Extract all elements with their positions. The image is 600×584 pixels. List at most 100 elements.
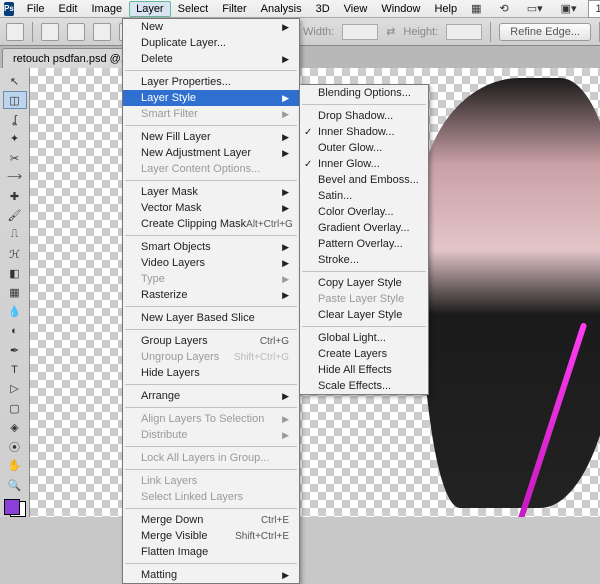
style-menu-scale-effects[interactable]: Scale Effects... <box>300 378 428 394</box>
style-menu-global-light[interactable]: Global Light... <box>300 330 428 346</box>
menu-item-label: Satin... <box>318 190 352 202</box>
tool-type[interactable]: T <box>3 361 27 379</box>
style-menu-clear-layer-style[interactable]: Clear Layer Style <box>300 307 428 323</box>
style-menu-blending-options[interactable]: Blending Options... <box>300 85 428 101</box>
layer-menu-merge-down[interactable]: Merge DownCtrl+E <box>123 512 299 528</box>
layer-menu-layer-mask[interactable]: Layer Mask▶ <box>123 184 299 200</box>
layer-menu-hide-layers[interactable]: Hide Layers <box>123 365 299 381</box>
menu-window[interactable]: Window <box>374 1 427 17</box>
menu-image[interactable]: Image <box>85 1 130 17</box>
layer-menu-group-layers[interactable]: Group LayersCtrl+G <box>123 333 299 349</box>
layer-style-submenu: Blending Options... Drop Shadow...Inner S… <box>299 84 429 395</box>
color-swatches[interactable] <box>4 499 26 517</box>
layer-menu-flatten-image[interactable]: Flatten Image <box>123 544 299 560</box>
tool-wand[interactable]: ✦ <box>3 130 27 148</box>
style-menu-hide-all-effects[interactable]: Hide All Effects <box>300 362 428 378</box>
layer-menu-duplicate-layer[interactable]: Duplicate Layer... <box>123 35 299 51</box>
menu-3d[interactable]: 3D <box>309 1 337 17</box>
tool-3d-camera[interactable]: ⦿ <box>3 437 27 455</box>
tool-3d[interactable]: ◈ <box>3 418 27 436</box>
menu-item-label: Stroke... <box>318 254 359 266</box>
style-menu-inner-shadow[interactable]: Inner Shadow... <box>300 124 428 140</box>
style-menu-copy-layer-style[interactable]: Copy Layer Style <box>300 275 428 291</box>
tool-lasso[interactable]: ʆ <box>3 110 27 128</box>
tool-healing[interactable]: ✚ <box>3 187 27 205</box>
tool-pen[interactable]: ✒ <box>3 341 27 359</box>
swap-icon[interactable]: ⇄ <box>386 25 395 38</box>
tool-history-brush[interactable]: ℋ <box>3 245 27 263</box>
menu-filter[interactable]: Filter <box>215 1 253 17</box>
tool-move[interactable]: ↖ <box>3 72 27 90</box>
layer-menu-smart-objects[interactable]: Smart Objects▶ <box>123 239 299 255</box>
tool-hand[interactable]: ✋ <box>3 457 27 475</box>
style-menu-inner-glow[interactable]: Inner Glow... <box>300 156 428 172</box>
tool-eyedropper[interactable]: 𐃘 <box>3 168 27 186</box>
screen-mode-icon[interactable]: ▣▾ <box>554 0 584 17</box>
menu-file[interactable]: File <box>20 1 52 17</box>
bridge-icon[interactable]: ▦ <box>464 0 488 17</box>
layer-menu-vector-mask[interactable]: Vector Mask▶ <box>123 200 299 216</box>
tool-dodge[interactable]: ◐ <box>3 322 27 340</box>
tool-shape[interactable]: ▢ <box>3 399 27 417</box>
layer-menu-video-layers[interactable]: Video Layers▶ <box>123 255 299 271</box>
style-menu-drop-shadow[interactable]: Drop Shadow... <box>300 108 428 124</box>
submenu-arrow-icon: ▶ <box>282 290 289 301</box>
tool-eraser[interactable]: ◧ <box>3 264 27 282</box>
tool-zoom[interactable]: 🔍 <box>3 476 27 494</box>
style-menu-satin[interactable]: Satin... <box>300 188 428 204</box>
selection-add-icon[interactable] <box>67 23 85 41</box>
tool-preset-icon[interactable] <box>6 23 24 41</box>
layer-menu-new-layer-based-slice[interactable]: New Layer Based Slice <box>123 310 299 326</box>
selection-subtract-icon[interactable] <box>93 23 111 41</box>
height-field[interactable] <box>446 24 482 40</box>
zoom-field[interactable]: 100% <box>588 0 600 18</box>
menu-item-label: Smart Objects <box>141 241 211 253</box>
layer-menu-matting[interactable]: Matting▶ <box>123 567 299 583</box>
submenu-arrow-icon: ▶ <box>282 430 289 441</box>
layer-menu-new-fill-layer[interactable]: New Fill Layer▶ <box>123 129 299 145</box>
layer-menu-arrange[interactable]: Arrange▶ <box>123 388 299 404</box>
tool-stamp[interactable]: ⎍ <box>3 226 27 244</box>
style-menu-create-layers[interactable]: Create Layers <box>300 346 428 362</box>
style-menu-color-overlay[interactable]: Color Overlay... <box>300 204 428 220</box>
refine-edge-button[interactable]: Refine Edge... <box>499 23 591 41</box>
menu-edit[interactable]: Edit <box>52 1 85 17</box>
layer-menu-new-adjustment-layer[interactable]: New Adjustment Layer▶ <box>123 145 299 161</box>
options-bar: Width: ⇄ Height: Refine Edge... <box>0 18 600 46</box>
layer-menu-new[interactable]: New▶ <box>123 19 299 35</box>
layer-menu-rasterize[interactable]: Rasterize▶ <box>123 287 299 303</box>
tool-blur[interactable]: 💧 <box>3 303 27 321</box>
style-menu-pattern-overlay[interactable]: Pattern Overlay... <box>300 236 428 252</box>
menu-item-label: Link Layers <box>141 475 197 487</box>
tool-marquee[interactable]: ◫ <box>3 91 27 109</box>
arrange-icon[interactable]: ▭▾ <box>520 0 550 17</box>
selection-new-icon[interactable] <box>41 23 59 41</box>
style-menu-outer-glow[interactable]: Outer Glow... <box>300 140 428 156</box>
menu-item-label: New Layer Based Slice <box>141 312 255 324</box>
style-menu-gradient-overlay[interactable]: Gradient Overlay... <box>300 220 428 236</box>
history-toggle-icon[interactable]: ⟲ <box>492 0 515 17</box>
width-field[interactable] <box>342 24 378 40</box>
menu-item-label: New Fill Layer <box>141 131 211 143</box>
menu-select[interactable]: Select <box>171 1 216 17</box>
layer-menu-layer-style[interactable]: Layer Style▶ <box>123 90 299 106</box>
tool-gradient[interactable]: ▦ <box>3 284 27 302</box>
menu-item-label: Duplicate Layer... <box>141 37 226 49</box>
foreground-color-swatch[interactable] <box>4 499 20 515</box>
layer-menu-merge-visible[interactable]: Merge VisibleShift+Ctrl+E <box>123 528 299 544</box>
layer-menu-delete[interactable]: Delete▶ <box>123 51 299 67</box>
menu-help[interactable]: Help <box>427 1 464 17</box>
menu-layer[interactable]: Layer <box>129 1 171 17</box>
style-menu-paste-layer-style: Paste Layer Style <box>300 291 428 307</box>
tool-brush[interactable]: 🖌 <box>3 207 27 225</box>
menu-item-label: Create Clipping Mask <box>141 218 246 230</box>
tool-path[interactable]: ▷ <box>3 380 27 398</box>
style-menu-bevel-and-emboss[interactable]: Bevel and Emboss... <box>300 172 428 188</box>
style-menu-stroke[interactable]: Stroke... <box>300 252 428 268</box>
layer-menu-create-clipping-mask[interactable]: Create Clipping MaskAlt+Ctrl+G <box>123 216 299 232</box>
menu-analysis[interactable]: Analysis <box>254 1 309 17</box>
tool-crop[interactable]: ✂ <box>3 149 27 167</box>
menu-view[interactable]: View <box>337 1 375 17</box>
layer-menu-layer-properties[interactable]: Layer Properties... <box>123 74 299 90</box>
menu-item-label: Merge Down <box>141 514 203 526</box>
